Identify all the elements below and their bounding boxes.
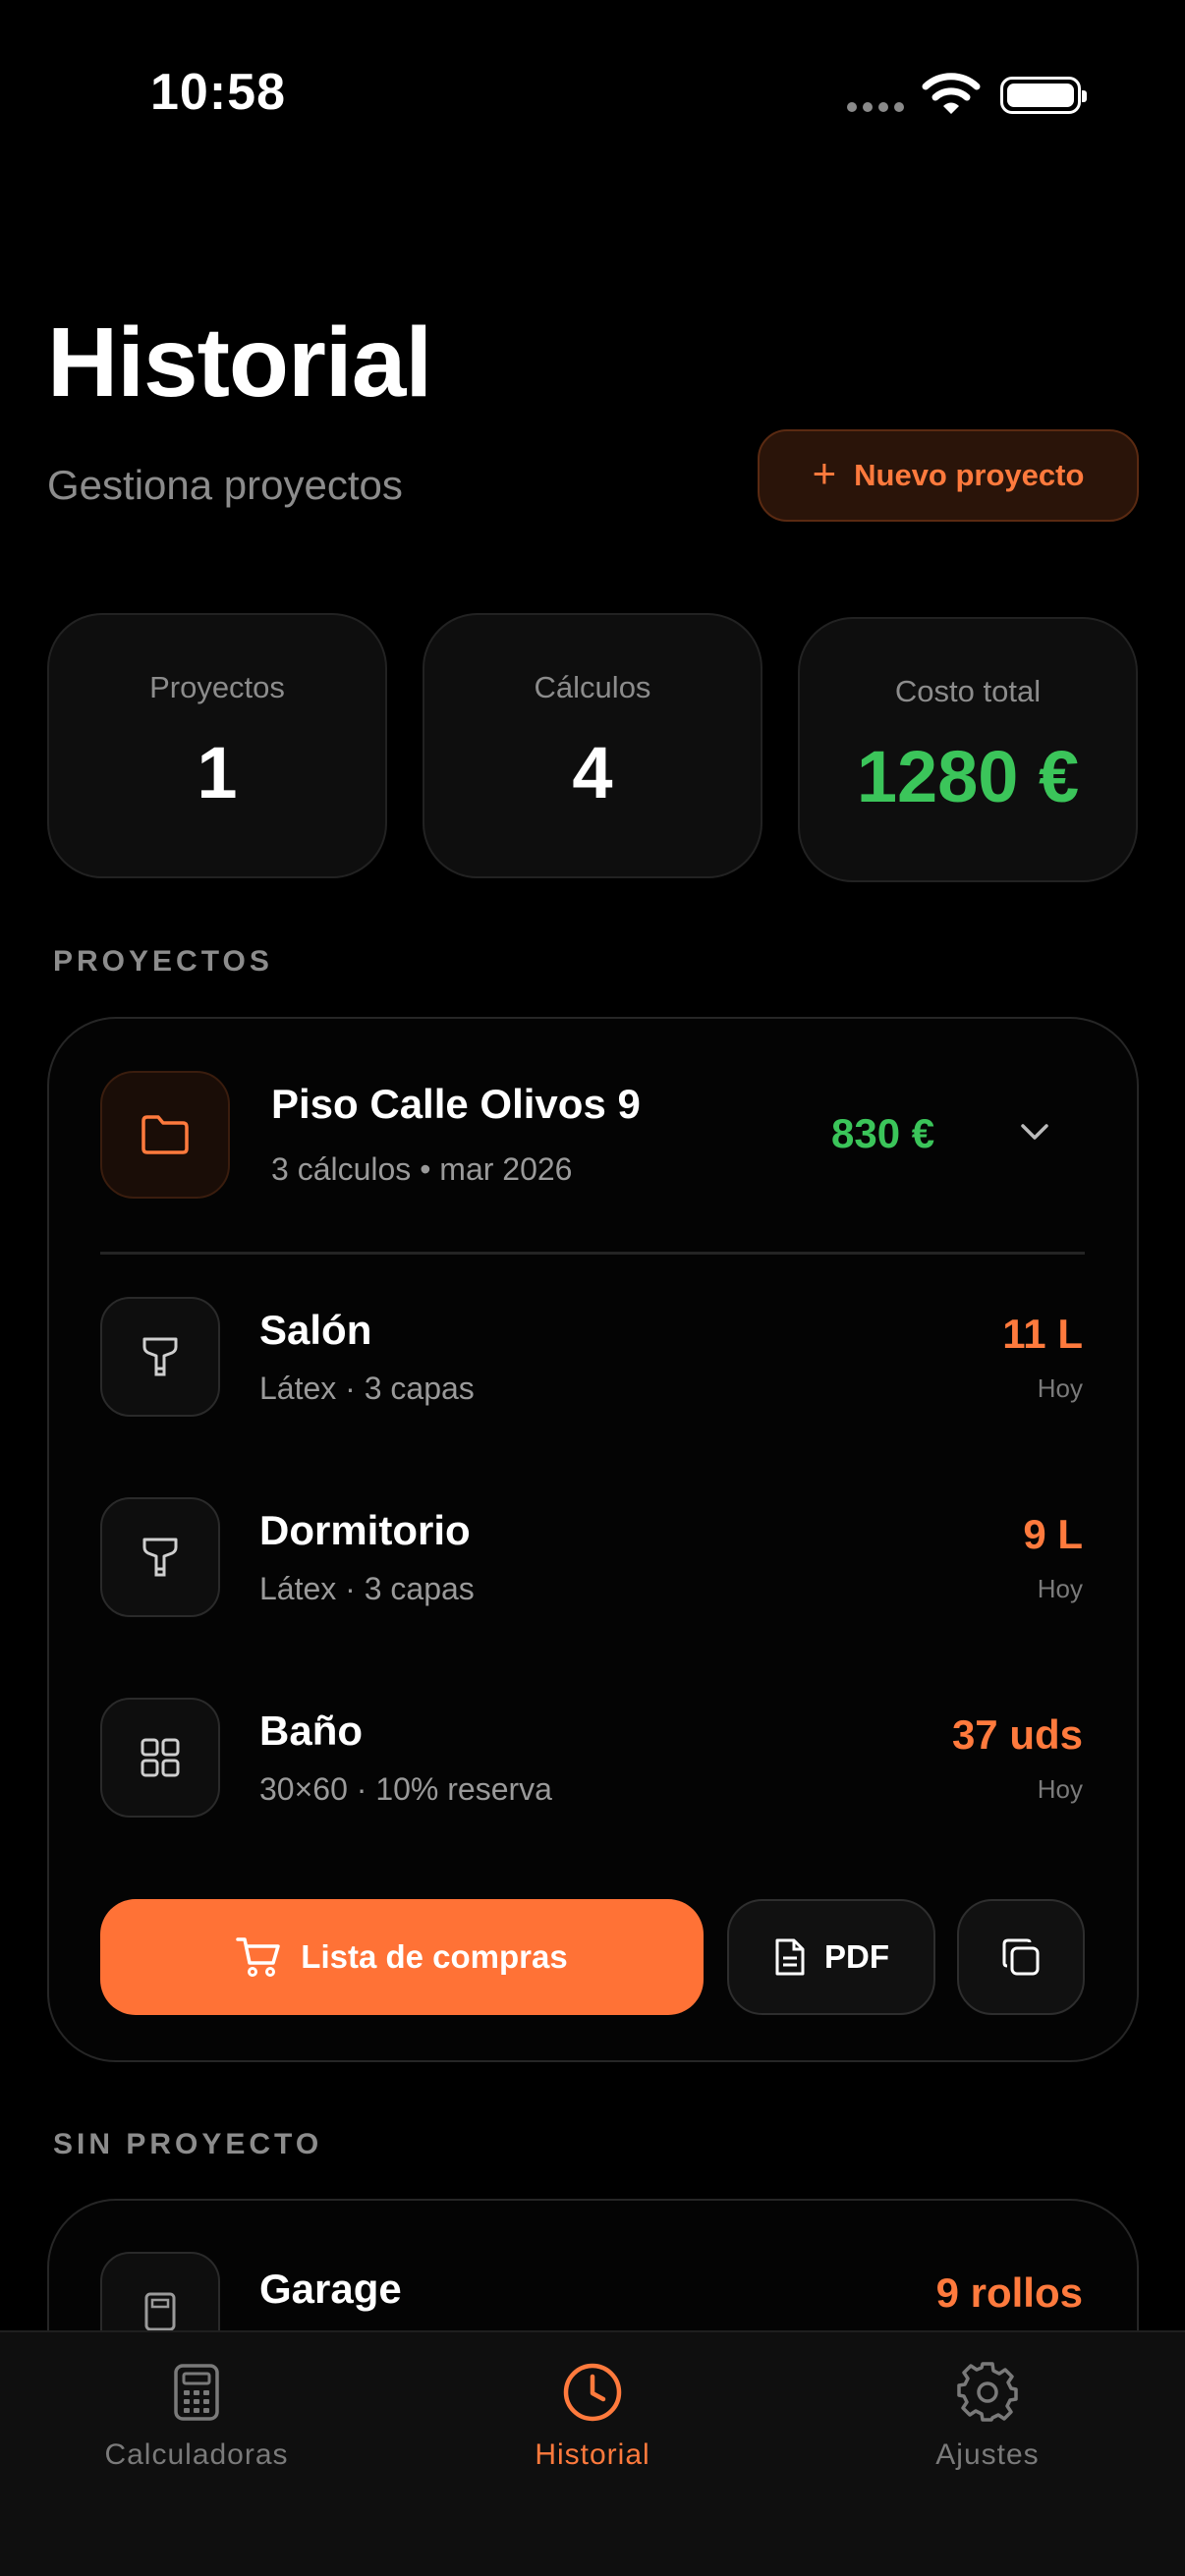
project-cost: 830 € (831, 1110, 935, 1156)
item-date: Hoy (1037, 1574, 1083, 1603)
plus-icon: + (812, 450, 837, 496)
tab-label: Historial (535, 2438, 650, 2471)
tab-ajustes[interactable]: Ajustes (830, 2358, 1145, 2472)
document-icon (775, 1938, 805, 1976)
tab-label: Ajustes (935, 2438, 1040, 2471)
item-date: Hoy (1037, 1774, 1083, 1804)
pdf-label: PDF (824, 1938, 889, 1975)
shopping-list-label: Lista de compras (301, 1938, 568, 1975)
tab-label: Calculadoras (104, 2438, 289, 2471)
new-project-label: Nuevo proyecto (854, 458, 1085, 492)
page-title: Historial (47, 308, 432, 418)
stat-value: 4 (572, 732, 613, 813)
item-name[interactable]: Garage (259, 2266, 402, 2313)
paint-roller-icon (100, 1497, 220, 1617)
item-desc: Látex · 3 capas (259, 1571, 475, 1606)
calculator-icon (174, 2364, 219, 2421)
stat-card-calculations: Cálculos 4 (423, 613, 762, 878)
tab-calculadoras[interactable]: Calculadoras (39, 2358, 354, 2472)
item-name[interactable]: Salón (259, 1307, 371, 1354)
stat-card-total-cost: Costo total 1280 € (798, 617, 1138, 882)
item-quantity: 11 L (1002, 1311, 1083, 1357)
item-name[interactable]: Dormitorio (259, 1507, 471, 1554)
shopping-list-button[interactable]: Lista de compras (100, 1899, 704, 2015)
item-quantity: 9 rollos (935, 2269, 1083, 2316)
section-title-no-project: SIN PROYECTO (53, 2128, 323, 2160)
battery-icon (1000, 77, 1087, 114)
status-time: 10:58 (150, 64, 286, 121)
stat-card-projects: Proyectos 1 (47, 613, 387, 878)
item-name[interactable]: Baño (259, 1708, 363, 1755)
copy-icon (1002, 1938, 1040, 1976)
item-date: Hoy (1037, 1373, 1083, 1403)
page-subtitle: Gestiona proyectos (47, 462, 403, 508)
item-quantity: 37 uds (951, 1711, 1083, 1758)
section-title-projects: PROYECTOS (53, 945, 273, 978)
stat-label: Cálculos (534, 670, 651, 704)
wifi-icon (922, 73, 981, 114)
divider (100, 1252, 1085, 1255)
stat-value: 1 (197, 732, 238, 813)
cart-icon (236, 1937, 281, 1977)
item-desc: Látex · 3 capas (259, 1371, 475, 1406)
tiles-grid-icon (100, 1698, 220, 1818)
tab-historial[interactable]: Historial (435, 2358, 750, 2472)
new-project-button[interactable]: + Nuevo proyecto (758, 429, 1139, 522)
gear-icon (957, 2362, 1018, 2422)
pdf-button[interactable]: PDF (727, 1899, 935, 2015)
paint-roller-icon (100, 1297, 220, 1417)
cellular-signal-icon (847, 102, 904, 112)
stat-label: Proyectos (149, 670, 285, 704)
project-name[interactable]: Piso Calle Olivos 9 (271, 1081, 641, 1128)
folder-icon (100, 1071, 230, 1199)
project-meta: 3 cálculos • mar 2026 (271, 1151, 573, 1187)
stat-label: Costo total (894, 674, 1042, 708)
clock-icon (563, 2363, 622, 2422)
chevron-down-icon[interactable] (1018, 1120, 1051, 1144)
item-quantity: 9 L (1023, 1511, 1083, 1557)
duplicate-button[interactable] (957, 1899, 1085, 2015)
stat-value: 1280 € (856, 736, 1080, 817)
item-desc: 30×60 · 10% reserva (259, 1771, 552, 1807)
